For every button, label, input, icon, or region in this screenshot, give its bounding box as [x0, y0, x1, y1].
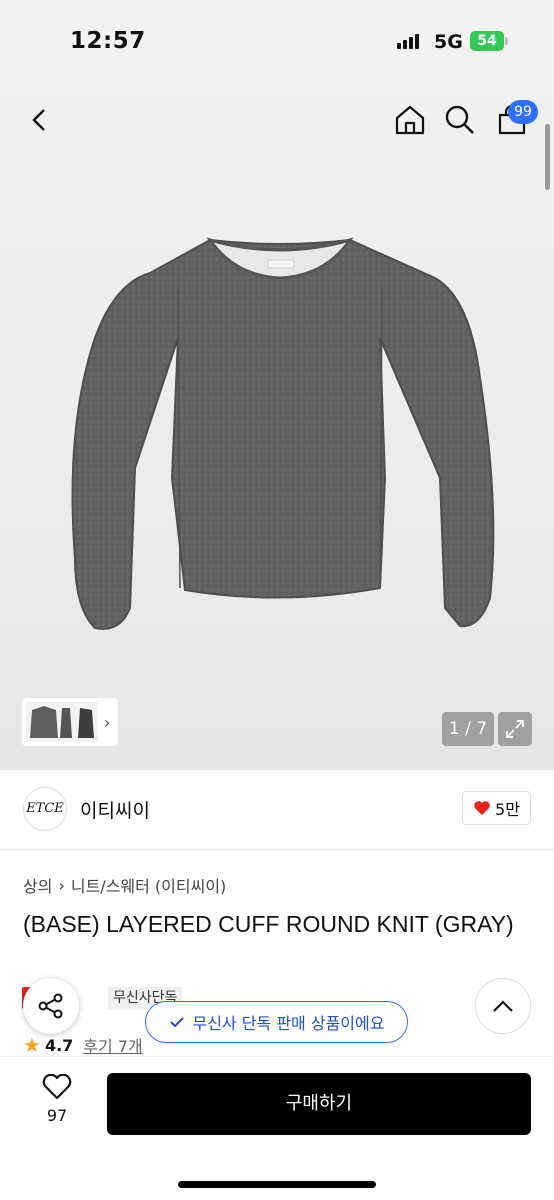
image-counter: 1 / 7 [442, 712, 494, 746]
thumbnail-strip[interactable]: › [22, 698, 118, 746]
breadcrumb-category[interactable]: 니트/스웨터 (이티씨이) [71, 873, 226, 897]
chevron-up-icon [493, 1000, 513, 1012]
battery-icon: 54 [470, 31, 504, 51]
heart-outline-icon [42, 1073, 72, 1100]
back-icon [32, 109, 45, 131]
product-image-area[interactable]: 12:57 5G 54 99 › 1 / 7 [0, 0, 554, 770]
breadcrumb-root[interactable]: 상의 [23, 873, 52, 897]
network-label: 5G [434, 31, 463, 53]
expand-icon [506, 720, 524, 738]
home-button[interactable] [388, 98, 432, 142]
heart-icon [474, 801, 490, 815]
status-time: 12:57 [70, 28, 146, 54]
chevron-right-icon: › [58, 875, 65, 895]
expand-button[interactable] [498, 712, 532, 746]
review-link[interactable]: 후기 7개 [83, 1033, 142, 1057]
brand-name[interactable]: 이티씨이 [80, 796, 150, 823]
share-icon [38, 993, 63, 1019]
signal-icon [397, 34, 419, 49]
battery-tip [505, 37, 508, 45]
chevron-right-icon: › [104, 712, 111, 732]
buy-button[interactable]: 구매하기 [107, 1073, 531, 1135]
brand-like-count: 5만 [495, 800, 520, 819]
divider [0, 849, 554, 850]
star-icon: ★ [23, 1033, 41, 1057]
cart-count-badge: 99 [508, 100, 538, 124]
brand-logo[interactable]: ETCE [23, 787, 67, 831]
check-icon [169, 1017, 184, 1028]
brand-like-button[interactable]: 5만 [462, 791, 531, 825]
home-indicator [178, 1181, 376, 1188]
wish-button[interactable]: 97 [30, 1073, 84, 1125]
toast-text: 무신사 단독 판매 상품이에요 [192, 1014, 385, 1033]
breadcrumb: 상의 › 니트/스웨터 (이티씨이) [23, 873, 226, 897]
product-image [71, 237, 495, 630]
wish-count: 97 [46, 1106, 68, 1125]
thumbnail-image [26, 702, 98, 742]
back-button[interactable] [18, 98, 62, 142]
home-icon [395, 105, 425, 135]
rating-score: 4.7 [44, 1035, 74, 1055]
rating: ★ 4.7 후기 7개 [23, 1033, 143, 1057]
scroll-top-button[interactable] [475, 978, 531, 1034]
scrollbar[interactable] [545, 124, 550, 190]
product-title: (BASE) LAYERED CUFF ROUND KNIT (GRAY) [23, 911, 514, 937]
search-icon [445, 105, 474, 134]
share-button[interactable] [23, 978, 79, 1034]
exclusive-toast: 무신사 단독 판매 상품이에요 [145, 1001, 408, 1043]
search-button[interactable] [438, 98, 482, 142]
